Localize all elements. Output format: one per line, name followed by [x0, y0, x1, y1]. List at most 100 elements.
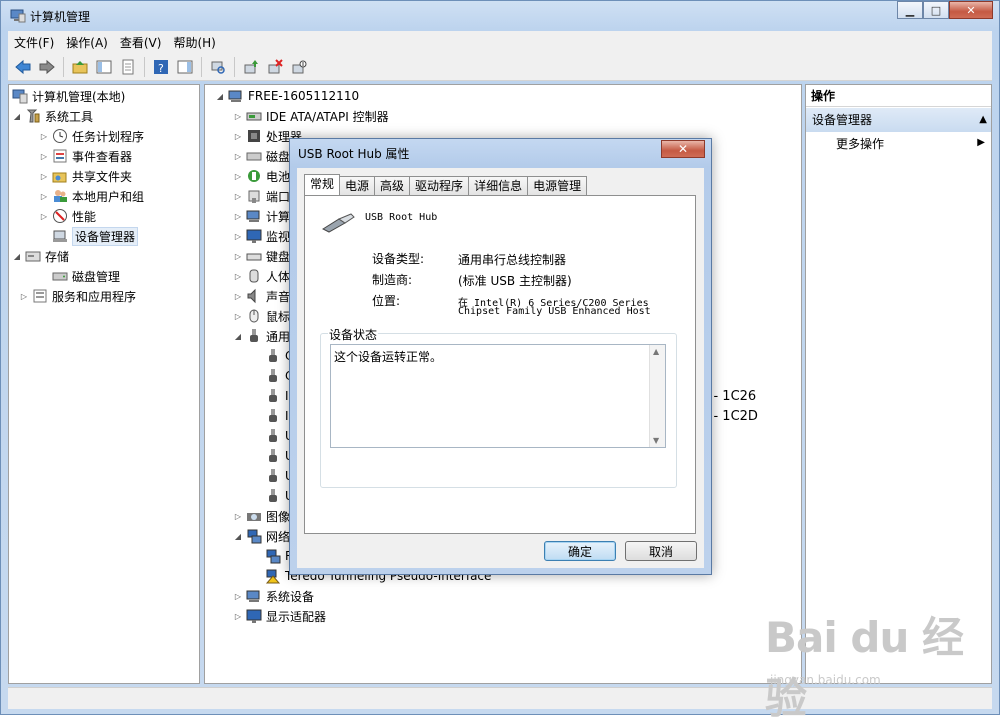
actions-section-device-manager[interactable]: 设备管理器 ▲	[806, 108, 991, 132]
expand-arrow-icon[interactable]: ▷	[19, 292, 29, 301]
expand-arrow-icon[interactable]: ▷	[233, 252, 243, 261]
tree-event-viewer-label: 事件查看器	[72, 149, 133, 164]
device-manager-icon	[53, 230, 67, 242]
device-hid[interactable]: ▷ 人体	[233, 266, 290, 286]
tab-power-management[interactable]: 电源管理	[527, 176, 588, 195]
expand-arrow-icon[interactable]: ▷	[233, 132, 243, 141]
menu-help[interactable]: 帮助(H)	[167, 34, 221, 51]
tree-event-viewer[interactable]: ▷ 事件查看器	[39, 146, 132, 166]
tab-power[interactable]: 电源	[339, 176, 376, 195]
device-monitor[interactable]: ▷ 监视	[233, 226, 290, 246]
more-actions[interactable]: 更多操作	[836, 134, 884, 154]
disable-button[interactable]	[288, 56, 310, 78]
tree-storage[interactable]: ◢ 存储	[12, 246, 69, 266]
expand-arrow-icon[interactable]: ▷	[233, 232, 243, 241]
device-mouse[interactable]: ▷ 鼠标	[233, 306, 290, 326]
device-computer[interactable]: ▷ 计算	[233, 206, 290, 226]
tree-device-manager[interactable]: 设备管理器	[52, 226, 139, 246]
status-scrollbar[interactable]: ▲ ▼	[649, 345, 665, 447]
expand-arrow-icon[interactable]: ▷	[233, 172, 243, 181]
tree-shared-folders[interactable]: ▷ 共享文件夹	[39, 166, 132, 186]
minimize-button[interactable]: ▁	[897, 1, 923, 19]
tree-task-scheduler[interactable]: ▷ 任务计划程序	[39, 126, 144, 146]
ok-button[interactable]: 确定	[544, 541, 616, 561]
expand-arrow-icon[interactable]: ▷	[233, 292, 243, 301]
back-button[interactable]	[12, 56, 34, 78]
tree-disk-management-label: 磁盘管理	[72, 269, 121, 284]
expand-arrow-icon[interactable]: ▷	[39, 192, 49, 201]
collapse-arrow-icon[interactable]: ◢	[233, 532, 243, 541]
properties-button[interactable]	[117, 56, 139, 78]
device-disk[interactable]: ▷ 磁盘	[233, 146, 290, 166]
expand-arrow-icon[interactable]: ▷	[39, 172, 49, 181]
expand-arrow-icon[interactable]: ▷	[233, 612, 243, 621]
tree-services-apps[interactable]: ▷ 服务和应用程序	[19, 286, 136, 306]
dialog-close-button[interactable]: ✕	[661, 140, 705, 158]
cancel-button[interactable]: 取消	[625, 541, 697, 561]
expand-arrow-icon[interactable]: ▷	[233, 152, 243, 161]
performance-icon	[53, 209, 67, 223]
device-network[interactable]: ◢ 网络	[233, 526, 290, 546]
usb-plug-icon	[250, 329, 258, 342]
usb-child-3[interactable]: I	[265, 386, 289, 406]
expand-arrow-icon[interactable]: ▷	[233, 272, 243, 281]
usb-child-4[interactable]: I	[265, 406, 289, 426]
tree-local-users[interactable]: ▷ 本地用户和组	[39, 186, 144, 206]
close-button[interactable]: ✕	[949, 1, 993, 19]
expand-arrow-icon[interactable]: ▷	[233, 512, 243, 521]
expand-arrow-icon[interactable]: ▷	[39, 152, 49, 161]
device-sound[interactable]: ▷ 声音	[233, 286, 290, 306]
device-port-label: 端口	[266, 189, 291, 204]
tab-advanced[interactable]: 高级	[374, 176, 411, 195]
device-battery[interactable]: ▷ 电池	[233, 166, 290, 186]
expand-arrow-icon[interactable]: ▷	[233, 592, 243, 601]
expand-arrow-icon[interactable]: ▷	[233, 112, 243, 121]
scan-hardware-button[interactable]	[207, 56, 229, 78]
ide-controller-icon	[246, 112, 262, 121]
device-status-textbox[interactable]: 这个设备运转正常。 ▲ ▼	[330, 344, 666, 448]
action-pane-button[interactable]	[174, 56, 196, 78]
forward-button[interactable]	[36, 56, 58, 78]
expand-arrow-icon[interactable]: ▷	[233, 212, 243, 221]
expand-arrow-icon[interactable]: ▷	[39, 132, 49, 141]
expand-arrow-icon[interactable]: ▷	[233, 312, 243, 321]
device-usb[interactable]: ◢ 通用	[233, 326, 290, 346]
computer-management-icon	[12, 89, 28, 104]
tree-system-tools[interactable]: ◢ 系统工具	[12, 106, 93, 126]
tab-general[interactable]: 常规	[304, 174, 341, 195]
tab-details[interactable]: 详细信息	[468, 176, 529, 195]
device-display[interactable]: ▷ 显示适配器	[233, 606, 326, 626]
device-root[interactable]: ◢ FREE-1605112110	[215, 86, 359, 106]
collapse-arrow-icon[interactable]: ◢	[215, 92, 225, 101]
device-system[interactable]: ▷ 系统设备	[233, 586, 314, 606]
show-hide-tree-button[interactable]	[93, 56, 115, 78]
menu-bar: 文件(F) 操作(A) 查看(V) 帮助(H)	[8, 31, 992, 53]
update-driver-button[interactable]	[240, 56, 262, 78]
maximize-button[interactable]: □	[923, 1, 949, 19]
device-monitor-label: 监视	[266, 229, 291, 244]
tree-root[interactable]: 计算机管理(本地)	[12, 86, 125, 106]
up-level-button[interactable]	[69, 56, 91, 78]
scroll-up-icon[interactable]: ▲	[653, 347, 659, 356]
uninstall-button[interactable]	[264, 56, 286, 78]
menu-view[interactable]: 查看(V)	[114, 34, 168, 51]
device-keyboard[interactable]: ▷ 键盘	[233, 246, 290, 266]
tree-performance[interactable]: ▷ 性能	[39, 206, 96, 226]
device-ide[interactable]: ▷ IDE ATA/ATAPI 控制器	[233, 106, 389, 126]
device-port[interactable]: ▷ 端口	[233, 186, 290, 206]
device-imaging[interactable]: ▷ 图像	[233, 506, 290, 526]
collapse-arrow-icon[interactable]: ◢	[233, 332, 243, 341]
expand-arrow-icon[interactable]: ▷	[233, 192, 243, 201]
tree-disk-management[interactable]: 磁盘管理	[52, 266, 120, 286]
help-button[interactable]: ?	[150, 56, 172, 78]
menu-file[interactable]: 文件(F)	[8, 34, 60, 51]
collapse-triangle-icon[interactable]: ▲	[979, 108, 987, 132]
collapse-arrow-icon[interactable]: ◢	[12, 112, 22, 121]
battery-icon	[248, 170, 260, 182]
expand-arrow-icon[interactable]: ▷	[39, 212, 49, 221]
scroll-down-icon[interactable]: ▼	[653, 436, 659, 445]
forward-arrow-icon	[39, 59, 55, 74]
tab-driver[interactable]: 驱动程序	[409, 176, 470, 195]
menu-action[interactable]: 操作(A)	[60, 34, 114, 51]
collapse-arrow-icon[interactable]: ◢	[12, 252, 22, 261]
